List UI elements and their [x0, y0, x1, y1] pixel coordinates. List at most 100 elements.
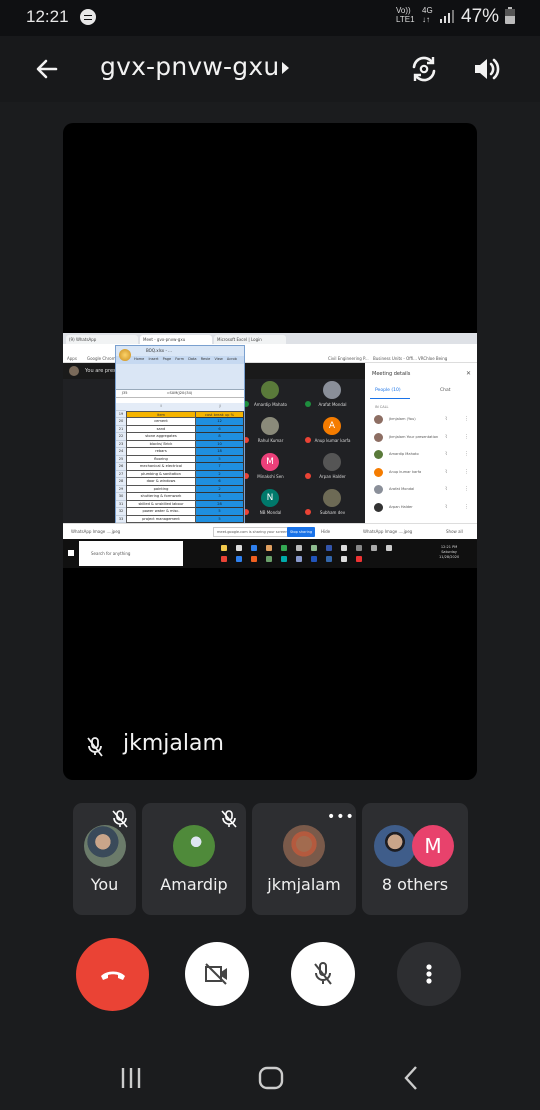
item-cell: plumbing & sanitation — [126, 470, 196, 478]
battery-percent: 47% — [461, 6, 500, 27]
battery-icon — [505, 7, 515, 24]
participant-strip: You Amardip ••• jkmjalam M 8 others — [73, 803, 468, 915]
volte-label: Vo)) — [396, 6, 411, 15]
avatar — [374, 825, 416, 867]
caret-right-icon[interactable] — [282, 62, 289, 74]
mic-toggle-button[interactable] — [291, 942, 355, 1006]
value-cell: J — [196, 403, 244, 411]
recent-apps-button[interactable] — [116, 1063, 146, 1093]
browser-tab: (9) WhatsApp — [66, 335, 138, 344]
end-call-button[interactable] — [76, 938, 149, 1011]
speaker-icon — [475, 58, 500, 80]
item-cell: sand — [126, 425, 196, 433]
ribbon-tab: Data — [188, 357, 197, 361]
data-arrows-icon: ↓↑ — [422, 15, 430, 24]
row-number: 28 — [116, 478, 126, 486]
taskbar-clock: 12:21 PM Saturday 11/28/2020 — [439, 545, 459, 560]
meet-participant-grid: Amardip Mahato Arafat Mondal Rahul Kumar A A… — [243, 381, 363, 526]
value-cell: 12 — [196, 418, 244, 426]
excel-window: BOQ.xlsx - ... Home Insert Page Form Dat… — [115, 345, 246, 546]
meeting-details-panel: Meeting details ✕ People (10) Chat IN CA… — [365, 363, 477, 523]
home-button[interactable] — [256, 1063, 286, 1093]
taskbar-app-icon — [266, 545, 272, 551]
item-cell: stone aggregates — [126, 433, 196, 441]
status-bar: 12:21 Vo)) LTE1 4G ↓↑ 47% — [0, 0, 540, 36]
show-all-link: Show all — [446, 529, 463, 534]
video-stage: (9) WhatsApp Meet - gvx-pnvw-gxu Microso… — [0, 102, 540, 792]
participant-name: Rahul Kumar — [257, 438, 284, 443]
switch-camera-icon — [412, 56, 436, 82]
excel-row: 21 sand 6 — [116, 425, 246, 433]
avatar — [261, 381, 279, 399]
taskbar-app-icon — [266, 556, 272, 562]
item-cell: power water & misc. — [126, 508, 196, 516]
participant-name: 8 others — [381, 875, 449, 894]
participant-tile-others[interactable]: M 8 others — [362, 803, 468, 915]
row-number: 25 — [116, 455, 126, 463]
excel-row: IJ — [116, 403, 246, 411]
meet-participant-tile: Amardip Mahato — [243, 381, 298, 415]
formula-bar: J35 =SUM(J20:J34) — [116, 390, 244, 398]
row-number: 30 — [116, 493, 126, 501]
participant-name: Arafat Mondal — [318, 402, 347, 407]
taskbar-app-icon — [236, 545, 242, 551]
people-list-item: Arpan Halder ⌇ ⋮ — [370, 501, 475, 517]
excel-row: 31 skilled & unskilled labour 28 — [116, 500, 246, 508]
taskbar-app-icon — [311, 556, 317, 562]
taskbar-app-icon — [341, 556, 347, 562]
participant-name: Anup kumar karfa — [314, 438, 351, 443]
back-nav-button[interactable] — [396, 1063, 426, 1093]
excel-row: 20 cement 12 — [116, 418, 246, 426]
camera-toggle-button[interactable] — [185, 942, 249, 1006]
mic-off-icon — [221, 810, 237, 828]
participant-tile-you[interactable]: You — [73, 803, 136, 915]
more-dots-icon[interactable]: ••• — [327, 810, 355, 824]
value-cell: 7 — [196, 463, 244, 471]
meet-participant-tile: Arpan Halder — [305, 453, 360, 487]
avatar — [261, 417, 279, 435]
participant-name: Amardip — [160, 875, 228, 894]
excel-row: 23 blocks/ Brick 10 — [116, 440, 246, 448]
more-vert-icon: ⋮ — [464, 503, 469, 510]
status-time: 12:21 — [26, 7, 69, 26]
participant-name: You — [90, 875, 119, 894]
people-list-item: Arafat Mondal ⌇ ⋮ — [370, 483, 475, 499]
value-cell: 3 — [196, 493, 244, 501]
meeting-code[interactable]: gvx-pnvw-gxu — [100, 52, 279, 81]
participant-tile-amardip[interactable]: Amardip — [142, 803, 246, 915]
taskbar-app-icon — [296, 545, 302, 551]
mic-off-icon — [87, 737, 103, 757]
item-cell: mechanical & electrical — [126, 463, 196, 471]
mic-status-icon: ⌇ — [445, 451, 448, 457]
more-options-button[interactable] — [397, 942, 461, 1006]
back-button[interactable] — [32, 54, 62, 84]
switch-camera-button[interactable] — [408, 53, 440, 85]
data-indicator: 4G ↓↑ — [422, 6, 433, 24]
person-name: jkmjalam Your presentation — [389, 434, 439, 439]
audio-output-button[interactable] — [470, 53, 502, 85]
data-type-label: 4G — [422, 6, 433, 15]
participant-tile-jkmjalam[interactable]: ••• jkmjalam — [252, 803, 356, 915]
taskbar-app-icon — [251, 556, 257, 562]
formula-value: =SUM(J20:J34) — [166, 391, 193, 395]
participant-name: Subham dev — [319, 510, 346, 515]
ribbon-tab: Form — [175, 357, 185, 361]
excel-row: 30 shuttering & formwork 3 — [116, 493, 246, 501]
people-tab: People (10) — [375, 388, 401, 393]
taskbar-app-icon — [236, 556, 242, 562]
item-cell: rebars — [126, 448, 196, 456]
mic-status-icon: ⌇ — [445, 503, 448, 510]
lte-label: LTE1 — [396, 15, 415, 24]
person-name: Arpan Halder — [389, 504, 413, 509]
bookmark: Business Units - Offi... — [373, 356, 417, 361]
avatar: N — [261, 489, 279, 507]
avatar — [323, 381, 341, 399]
value-cell: 5 — [196, 455, 244, 463]
excel-row: 25 flooring 5 — [116, 455, 246, 463]
taskbar-app-icon — [221, 545, 227, 551]
main-video-tile[interactable]: (9) WhatsApp Meet - gvx-pnvw-gxu Microso… — [63, 123, 477, 780]
call-controls — [0, 930, 540, 1030]
value-cell: 6 — [196, 478, 244, 486]
person-name: jkmjalam (You) — [389, 417, 416, 421]
item-cell: skilled & unskilled labour — [126, 500, 196, 508]
